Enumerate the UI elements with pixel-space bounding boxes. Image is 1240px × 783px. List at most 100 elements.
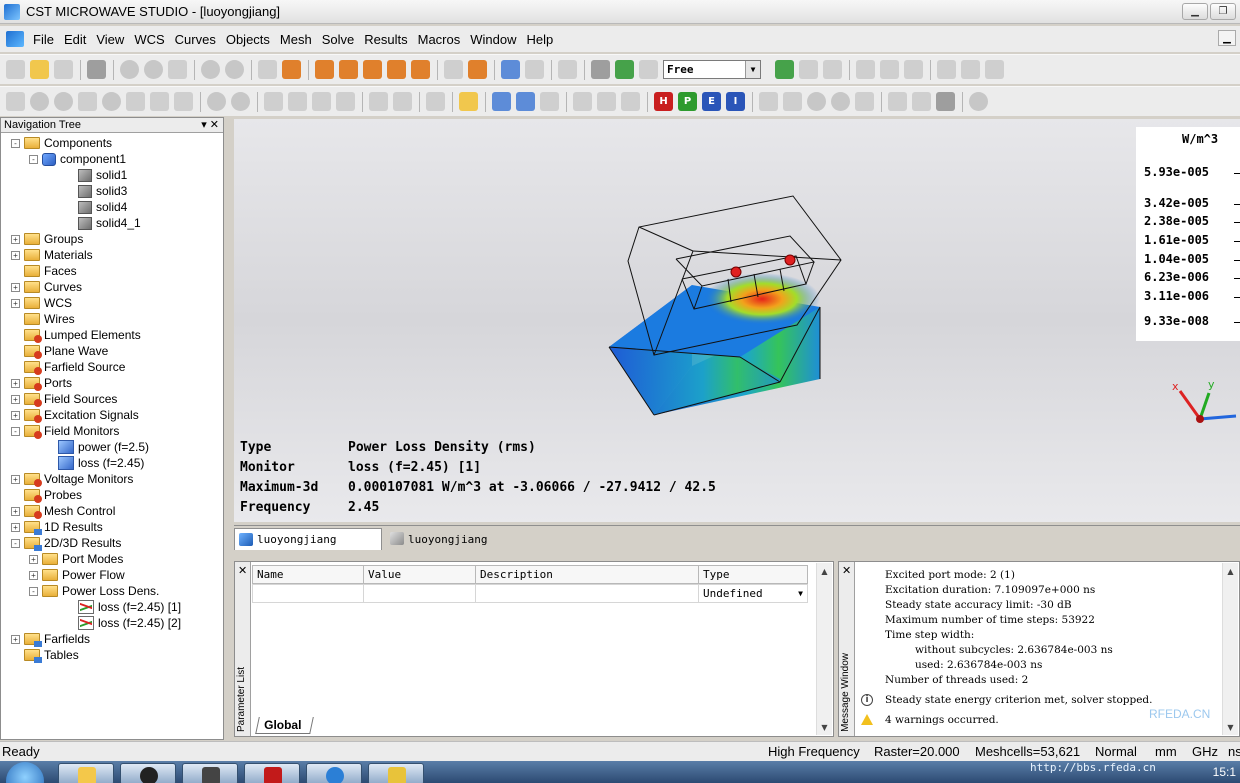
axes-icon[interactable] xyxy=(501,60,520,79)
menu-curves[interactable]: Curves xyxy=(170,32,221,47)
cube-icon[interactable] xyxy=(775,60,794,79)
tree-item[interactable]: + Farfields xyxy=(11,631,90,647)
tree-item[interactable]: + WCS xyxy=(11,295,72,311)
collapse-icon[interactable]: - xyxy=(29,586,38,596)
macro-icon[interactable] xyxy=(168,60,187,79)
port-icon[interactable] xyxy=(492,92,511,111)
tree-item[interactable]: loss (f=2.45) [2] xyxy=(65,615,181,631)
expand-icon[interactable]: + xyxy=(11,474,20,484)
tree-item[interactable]: Farfield Source xyxy=(11,359,125,375)
expand-icon[interactable]: + xyxy=(11,506,20,516)
menu-results[interactable]: Results xyxy=(359,32,412,47)
tree-item[interactable]: power (f=2.5) xyxy=(45,439,149,455)
tree-item[interactable]: - 2D/3D Results xyxy=(11,535,121,551)
e-field-button[interactable]: E xyxy=(702,92,721,111)
taskbar-explorer[interactable] xyxy=(58,763,114,783)
new-file-icon[interactable] xyxy=(6,60,25,79)
tree-item[interactable]: solid4_1 xyxy=(65,215,141,231)
rotate-view-plane-icon[interactable] xyxy=(339,60,358,79)
expand-icon[interactable]: + xyxy=(29,570,38,580)
cylinder-icon[interactable] xyxy=(54,92,73,111)
pick-icon[interactable] xyxy=(258,60,277,79)
delete-curve-icon[interactable] xyxy=(912,92,931,111)
column-value[interactable]: Value xyxy=(363,565,476,584)
tab-3d-view[interactable]: luoyongjiang xyxy=(234,528,382,550)
check-icon[interactable] xyxy=(225,60,244,79)
loft-icon[interactable] xyxy=(174,92,193,111)
mode-select[interactable]: Free ▼ xyxy=(663,60,761,79)
shell-icon[interactable] xyxy=(312,92,331,111)
cell-description[interactable] xyxy=(475,584,699,603)
rotate-shape-icon[interactable] xyxy=(150,92,169,111)
scroll-down-icon[interactable]: ▼ xyxy=(817,719,832,735)
transform-icon[interactable] xyxy=(856,60,875,79)
blend-icon[interactable] xyxy=(264,92,283,111)
menu-help[interactable]: Help xyxy=(521,32,558,47)
mdi-minimize-button[interactable]: ▁ xyxy=(1218,30,1236,46)
rectangle-icon[interactable] xyxy=(855,92,874,111)
expand-icon[interactable]: + xyxy=(29,554,38,564)
mesh-view-icon[interactable] xyxy=(615,60,634,79)
tree-item[interactable]: loss (f=2.45) xyxy=(45,455,144,471)
expand-icon[interactable]: + xyxy=(11,298,20,308)
sphere-icon[interactable] xyxy=(30,92,49,111)
grid-icon[interactable] xyxy=(525,60,544,79)
expand-icon[interactable]: + xyxy=(11,250,20,260)
taskbar-browser[interactable] xyxy=(306,763,362,783)
align-shape-icon[interactable] xyxy=(336,92,355,111)
tree-item[interactable]: + Field Sources xyxy=(11,391,117,407)
wcs-rotate-icon[interactable] xyxy=(985,60,1004,79)
close-icon[interactable]: ▾ ✕ xyxy=(201,118,219,131)
restore-button[interactable]: ❐ xyxy=(1210,3,1236,20)
scroll-up-icon[interactable]: ▲ xyxy=(817,563,832,579)
type-select[interactable]: Undefined ▼ xyxy=(698,584,808,603)
expand-icon[interactable]: + xyxy=(11,522,20,532)
start-button-icon[interactable] xyxy=(6,762,44,783)
chamfer-icon[interactable] xyxy=(288,92,307,111)
table-row[interactable]: Undefined ▼ xyxy=(252,584,808,603)
taskbar-qq[interactable] xyxy=(120,763,176,783)
help-icon[interactable] xyxy=(144,60,163,79)
i-field-button[interactable]: I xyxy=(726,92,745,111)
tree-item[interactable]: Probes xyxy=(11,487,82,503)
open-folder-icon[interactable] xyxy=(30,60,49,79)
collapse-icon[interactable]: - xyxy=(11,538,20,548)
menu-solve[interactable]: Solve xyxy=(317,32,360,47)
p-field-button[interactable]: P xyxy=(678,92,697,111)
taskbar-notepad[interactable] xyxy=(182,763,238,783)
boolean-add-icon[interactable] xyxy=(207,92,226,111)
torus-icon[interactable] xyxy=(102,92,121,111)
tree-item[interactable]: Faces xyxy=(11,263,77,279)
collapse-icon[interactable]: - xyxy=(11,138,20,148)
brick-icon[interactable] xyxy=(6,92,25,111)
document-menu-icon[interactable] xyxy=(6,31,24,47)
expand-icon[interactable]: + xyxy=(11,410,20,420)
close-icon[interactable]: ✕ xyxy=(842,564,851,577)
menu-objects[interactable]: Objects xyxy=(221,32,275,47)
menu-mesh[interactable]: Mesh xyxy=(275,32,317,47)
expand-icon[interactable]: + xyxy=(11,282,20,292)
tree-item[interactable]: + Curves xyxy=(11,279,82,295)
menu-file[interactable]: File xyxy=(28,32,59,47)
wcs-icon[interactable] xyxy=(558,60,577,79)
close-icon[interactable]: ✕ xyxy=(238,564,247,577)
menu-macros[interactable]: Macros xyxy=(413,32,466,47)
reset-view-icon[interactable] xyxy=(468,60,487,79)
tree-item[interactable]: + Voltage Monitors xyxy=(11,471,133,487)
circle-icon[interactable] xyxy=(807,92,826,111)
line-icon[interactable] xyxy=(759,92,778,111)
ellipse-icon[interactable] xyxy=(831,92,850,111)
tree-item[interactable]: loss (f=2.45) [1] xyxy=(65,599,181,615)
lumped-element-icon[interactable] xyxy=(540,92,559,111)
cell-name[interactable] xyxy=(252,584,364,603)
tree-item[interactable]: - Power Loss Dens. xyxy=(29,583,159,599)
tree-item[interactable]: solid1 xyxy=(65,167,127,183)
align-icon[interactable] xyxy=(880,60,899,79)
tree-item[interactable]: + Mesh Control xyxy=(11,503,115,519)
taskbar-pdf[interactable] xyxy=(244,763,300,783)
collapse-icon[interactable]: - xyxy=(11,426,20,436)
plane-wave-icon[interactable] xyxy=(516,92,535,111)
probe-icon[interactable] xyxy=(573,92,592,111)
field-source-icon[interactable] xyxy=(597,92,616,111)
extrude-icon[interactable] xyxy=(126,92,145,111)
